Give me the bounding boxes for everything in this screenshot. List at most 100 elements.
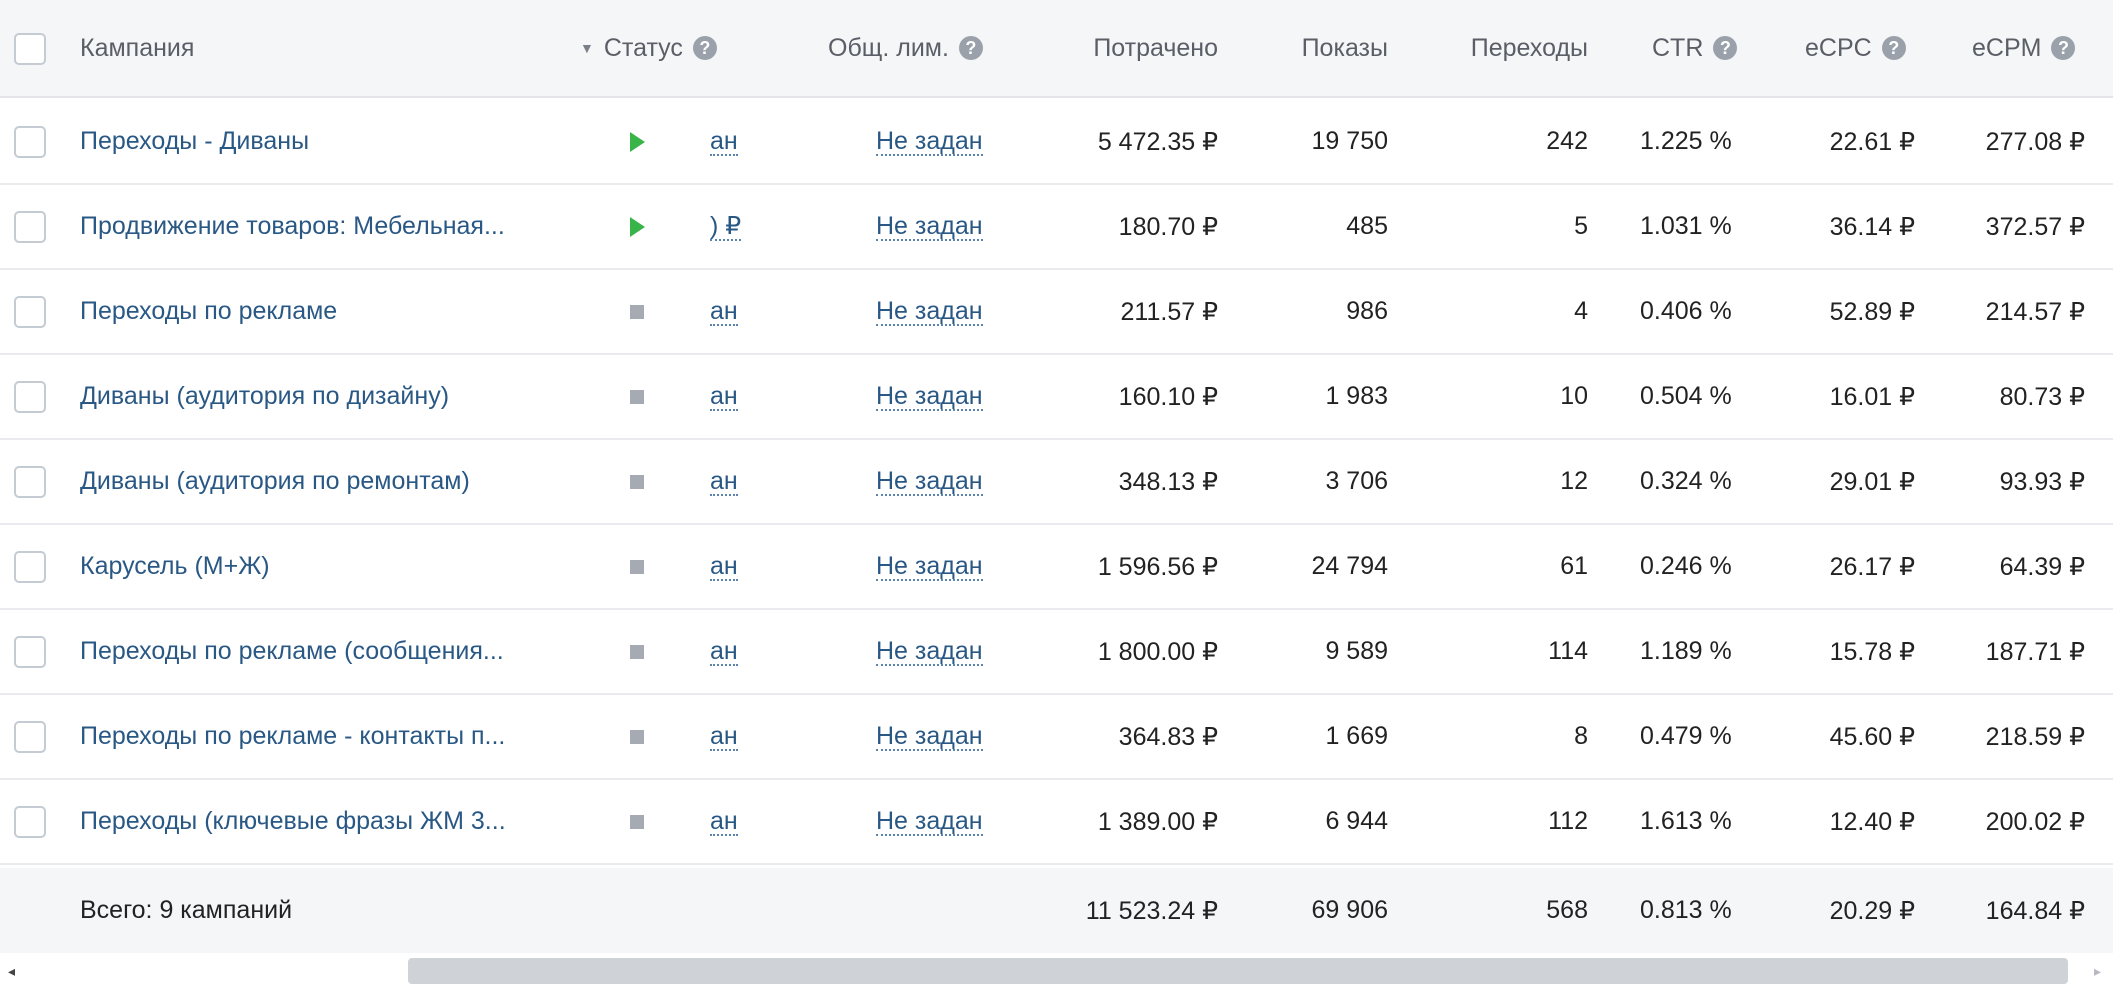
stopped-stop-icon[interactable] [630,389,644,404]
limit-link[interactable]: Не задан [876,213,983,241]
sort-caret-down-icon[interactable]: ▼ [580,40,594,56]
running-play-icon[interactable] [630,131,645,152]
ecpc-cell: 26.17 ₽ [1829,552,1915,581]
status-cell [630,610,644,693]
horizontal-scrollbar[interactable]: ◂ ▸ [0,953,2113,990]
table-header: Кампания ▼ Статус ? Общ. лим. ? Потрачен… [0,0,2113,98]
footer-ecpc: 20.29 ₽ [1829,896,1915,925]
ecpm-help-icon[interactable]: ? [2051,36,2076,60]
budget-cell: ан [710,440,738,523]
ecpm-cell: 187.71 ₽ [1985,637,2085,666]
col-clicks[interactable]: Переходы [1420,0,1588,96]
col-campaign-label: Кампания [80,33,195,62]
running-play-icon[interactable] [630,216,645,237]
spent-cell: 5 472.35 ₽ [1097,127,1218,156]
campaign-cell: Переходы - Диваны [80,100,309,183]
limit-cell: Не задан [876,525,983,608]
row-checkbox[interactable] [14,211,46,243]
budget-link[interactable]: ан [710,383,738,411]
row-checkbox[interactable] [14,296,46,328]
campaign-name-link[interactable]: Карусель (М+Ж) [80,552,270,581]
budget-link[interactable]: ан [710,468,738,496]
footer-clicks: 568 [1546,896,1588,924]
ecpm-cell: 200.02 ₽ [1985,807,2085,836]
campaign-name-link[interactable]: Диваны (аудитория по дизайну) [80,382,449,411]
scroll-right-arrow-icon[interactable]: ▸ [2094,963,2101,980]
table-row: Переходы по рекламе ан Не задан 211.57 ₽ 986… [0,270,2113,355]
row-checkbox[interactable] [14,636,46,668]
spent-cell: 364.83 ₽ [1118,722,1218,751]
campaign-name-link[interactable]: Диваны (аудитория по ремонтам) [80,467,470,496]
budget-link[interactable]: ан [710,638,738,666]
stopped-stop-icon[interactable] [630,729,644,744]
budget-cell: ан [710,525,738,608]
ecpm-cell: 64.39 ₽ [1999,552,2085,581]
row-checkbox[interactable] [14,721,46,753]
limit-link[interactable]: Не задан [876,128,983,156]
budget-link[interactable]: ан [710,808,738,836]
clicks-cell: 4 [1574,297,1588,325]
limit-link[interactable]: Не задан [876,808,983,836]
campaign-cell: Карусель (М+Ж) [80,525,270,608]
budget-link[interactable]: ан [710,553,738,581]
row-checkbox[interactable] [14,466,46,498]
ecpc-cell: 12.40 ₽ [1829,807,1915,836]
col-spent-label: Потрачено [1093,33,1218,62]
limit-link[interactable]: Не задан [876,298,983,326]
stopped-stop-icon[interactable] [630,304,644,319]
col-impressions[interactable]: Показы [1240,0,1388,96]
campaign-name-link[interactable]: Переходы - Диваны [80,127,309,156]
budget-link[interactable]: ) ₽ [710,213,742,241]
status-cell [630,355,644,438]
ctr-cell: 1.613 % [1640,807,1732,835]
stopped-stop-icon[interactable] [630,644,644,659]
footer-ctr: 0.813 % [1640,896,1732,924]
campaign-name-link[interactable]: Переходы по рекламе (сообщения... [80,637,504,666]
limit-link[interactable]: Не задан [876,553,983,581]
limit-link[interactable]: Не задан [876,468,983,496]
campaign-name-link[interactable]: Продвижение товаров: Мебельная... [80,212,505,241]
col-limit[interactable]: Общ. лим. ? [828,0,983,96]
impressions-cell: 485 [1346,212,1388,240]
limit-link[interactable]: Не задан [876,638,983,666]
scroll-thumb[interactable] [408,958,2068,984]
col-campaign[interactable]: Кампания [80,0,194,96]
ecpm-cell: 372.57 ₽ [1985,212,2085,241]
limit-link[interactable]: Не задан [876,383,983,411]
stopped-stop-icon[interactable] [630,474,644,489]
status-help-icon[interactable]: ? [692,36,717,60]
campaign-name-link[interactable]: Переходы (ключевые фразы ЖМ 3... [80,807,506,836]
scroll-left-arrow-icon[interactable]: ◂ [8,963,15,980]
row-checkbox[interactable] [14,126,46,158]
table-footer: Всего: 9 кампаний 11 523.24 ₽ 69 906 568… [0,868,2113,953]
impressions-cell: 19 750 [1311,127,1388,155]
budget-link[interactable]: ан [710,723,738,751]
col-status-label: Статус [603,33,683,62]
limit-cell: Не задан [876,185,983,268]
col-ecpm[interactable]: eCPM ? [1972,0,2076,96]
row-checkbox[interactable] [14,381,46,413]
ecpc-cell: 29.01 ₽ [1829,467,1915,496]
col-spent[interactable]: Потрачено [1000,0,1218,96]
campaign-name-link[interactable]: Переходы по рекламе [80,297,337,326]
limit-link[interactable]: Не задан [876,723,983,751]
row-checkbox[interactable] [14,551,46,583]
ctr-cell: 0.504 % [1640,382,1732,410]
stopped-stop-icon[interactable] [630,559,644,574]
ecpc-help-icon[interactable]: ? [1881,36,1906,60]
footer-total-label: Всего: 9 кампаний [80,896,293,924]
stopped-stop-icon[interactable] [630,814,644,829]
budget-link[interactable]: ан [710,128,738,156]
budget-link[interactable]: ан [710,298,738,326]
limit-help-icon[interactable]: ? [958,36,983,60]
row-checkbox[interactable] [14,806,46,838]
col-ecpc[interactable]: eCPC ? [1805,0,1906,96]
campaign-name-link[interactable]: Переходы по рекламе - контакты п... [80,722,505,751]
ctr-help-icon[interactable]: ? [1713,36,1738,60]
spent-cell: 1 596.56 ₽ [1097,552,1218,581]
ctr-cell: 0.406 % [1640,297,1732,325]
select-all-checkbox[interactable] [14,33,46,65]
col-status[interactable]: ▼ Статус ? [580,0,717,96]
col-ctr[interactable]: CTR ? [1652,0,1738,96]
ecpc-cell: 22.61 ₽ [1829,127,1915,156]
